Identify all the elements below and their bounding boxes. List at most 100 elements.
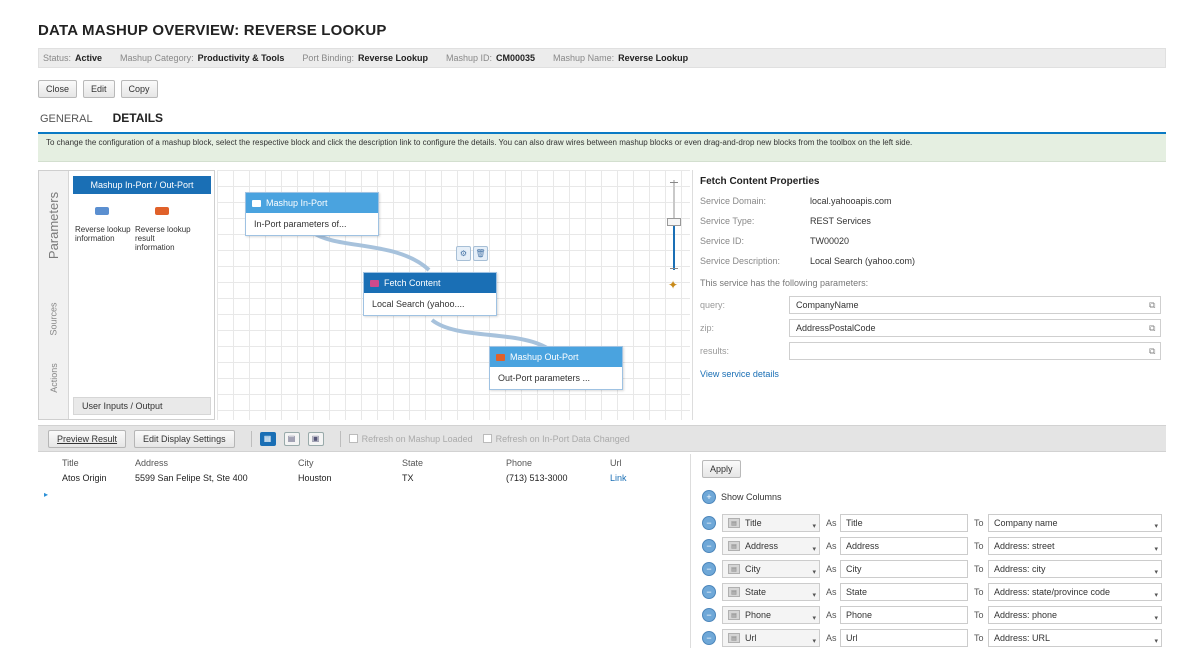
wire-fetch-to-out[interactable] (430, 318, 549, 350)
target-field-value: Address: city (994, 564, 1046, 574)
property-row: Service ID: TW00020 (700, 236, 849, 246)
view-service-details-link[interactable]: View service details (700, 369, 779, 379)
mashup-page: DATA MASHUP OVERVIEW: REVERSE LOOKUP Sta… (0, 0, 1181, 648)
as-input[interactable]: State (840, 583, 968, 601)
vtab-sources[interactable]: Sources (39, 289, 69, 349)
remove-mapping-icon[interactable]: − (702, 608, 716, 622)
query-input[interactable]: CompanyName (789, 296, 1161, 314)
apply-button[interactable]: Apply (702, 460, 741, 478)
dropdown-arrow-icon: ▾ (812, 523, 816, 530)
toolbox-item-in-port[interactable]: Reverse lookup information (75, 207, 131, 243)
out-port-node[interactable]: Mashup Out-Port Out-Port parameters ... (489, 346, 623, 390)
source-field-select[interactable]: ▤ Title ▾ (722, 514, 820, 532)
field-type-icon: ▤ (728, 633, 740, 643)
to-label: To (974, 518, 984, 528)
remove-mapping-icon[interactable]: − (702, 539, 716, 553)
configure-icon[interactable]: ⚙ (456, 246, 471, 261)
target-field-select[interactable]: Address: phone ▾ (988, 606, 1162, 624)
zip-value-help-icon[interactable]: ⧉ (1149, 323, 1155, 334)
target-field-select[interactable]: Company name ▾ (988, 514, 1162, 532)
zoom-slider-thumb[interactable] (667, 218, 681, 226)
target-field-select[interactable]: Address: street ▾ (988, 537, 1162, 555)
target-field-select[interactable]: Address: URL ▾ (988, 629, 1162, 647)
toolbox-item-out-port[interactable]: Reverse lookup result information (135, 207, 191, 252)
column-header-title[interactable]: Title (62, 458, 79, 468)
tab-general[interactable]: GENERAL (40, 113, 93, 125)
column-header-address[interactable]: Address (135, 458, 168, 468)
close-button[interactable]: Close (38, 80, 78, 98)
vtab-sources-label: Sources (49, 302, 59, 336)
target-field-select[interactable]: Address: city ▾ (988, 560, 1162, 578)
remove-mapping-icon[interactable]: − (702, 562, 716, 576)
zoom-slider-fill (673, 225, 675, 270)
remove-mapping-icon[interactable]: − (702, 516, 716, 530)
source-field-select[interactable]: ▤ Phone ▾ (722, 606, 820, 624)
fetch-content-node[interactable]: Fetch Content Local Search (yahoo.... (363, 272, 497, 316)
in-port-node-title: Mashup In-Port (266, 198, 328, 208)
column-header-state[interactable]: State (402, 458, 423, 468)
toolbox-item-in-port-label: Reverse lookup information (75, 225, 131, 243)
property-row: Service Description: Local Search (yahoo… (700, 256, 915, 266)
toolbox-footer[interactable]: User Inputs / Output (73, 397, 211, 415)
source-field-select[interactable]: ▤ City ▾ (722, 560, 820, 578)
refresh-on-changed-checkbox[interactable]: Refresh on In-Port Data Changed (482, 433, 630, 444)
edit-display-settings-button[interactable]: Edit Display Settings (134, 429, 235, 448)
toolbox-panel: Parameters Sources Actions Mashup In-Por… (38, 170, 215, 420)
source-field-select[interactable]: ▤ Address ▾ (722, 537, 820, 555)
remove-mapping-icon[interactable]: − (702, 585, 716, 599)
refresh-on-changed-label: Refresh on In-Port Data Changed (495, 433, 630, 444)
property-value: Local Search (yahoo.com) (810, 256, 916, 266)
tab-bar: GENERAL DETAILS (40, 111, 163, 125)
target-field-select[interactable]: Address: state/province code ▾ (988, 583, 1162, 601)
copy-button[interactable]: Copy (120, 80, 158, 98)
in-port-node[interactable]: Mashup In-Port In-Port parameters of... (245, 192, 379, 236)
mashup-canvas[interactable]: Mashup In-Port In-Port parameters of... … (217, 170, 690, 420)
pan-icon[interactable]: ✦ (668, 278, 678, 292)
table-row[interactable]: Atos Origin 5599 San Felipe St, Ste 400 … (38, 473, 690, 487)
column-header-city[interactable]: City (298, 458, 314, 468)
fetch-content-node-body[interactable]: Local Search (yahoo.... (364, 293, 496, 315)
edit-button[interactable]: Edit (83, 80, 115, 98)
vtab-parameters[interactable]: Parameters (39, 175, 69, 275)
toolbox-vertical-tabs: Parameters Sources Actions (39, 171, 69, 419)
as-input[interactable]: City (840, 560, 968, 578)
preview-result-button[interactable]: Preview Result (48, 429, 127, 448)
dropdown-arrow-icon: ▾ (812, 546, 816, 553)
in-port-node-body[interactable]: In-Port parameters of... (246, 213, 378, 235)
source-field-select[interactable]: ▤ Url ▾ (722, 629, 820, 647)
wire-in-to-fetch[interactable] (310, 230, 431, 272)
property-value: TW00020 (810, 236, 850, 246)
results-value-help-icon[interactable]: ⧉ (1149, 346, 1155, 357)
results-input[interactable] (789, 342, 1161, 360)
mapping-row: − ▤ City ▾ As City To Address: city ▾ (702, 560, 1162, 578)
export-view-icon[interactable]: ▣ (307, 431, 324, 446)
target-field-value: Company name (994, 518, 1058, 528)
cell-address: 5599 San Felipe St, Ste 400 (135, 473, 248, 483)
table-view-icon[interactable]: ▦ (259, 431, 276, 446)
row-selection-indicator-icon[interactable]: ▸ (44, 490, 48, 499)
remove-mapping-icon[interactable]: − (702, 631, 716, 645)
column-header-phone[interactable]: Phone (506, 458, 532, 468)
document-view-icon[interactable]: ▤ (283, 431, 300, 446)
column-header-url[interactable]: Url (610, 458, 622, 468)
source-field-select[interactable]: ▤ State ▾ (722, 583, 820, 601)
out-port-node-body[interactable]: Out-Port parameters ... (490, 367, 622, 389)
zip-input[interactable]: AddressPostalCode (789, 319, 1161, 337)
cell-url-link[interactable]: Link (610, 473, 627, 483)
tab-details[interactable]: DETAILS (113, 111, 163, 125)
info-message: To change the configuration of a mashup … (38, 134, 1166, 162)
field-type-icon: ▤ (728, 610, 740, 620)
vtab-actions-label: Actions (48, 363, 59, 393)
delete-icon[interactable]: 🗑 (473, 246, 488, 261)
as-input[interactable]: Phone (840, 606, 968, 624)
as-input[interactable]: Title (840, 514, 968, 532)
to-label: To (974, 541, 984, 551)
as-input[interactable]: Url (840, 629, 968, 647)
as-input[interactable]: Address (840, 537, 968, 555)
toolbox-title: Mashup In-Port / Out-Port (73, 176, 211, 194)
vtab-actions[interactable]: Actions (39, 353, 69, 403)
query-value-help-icon[interactable]: ⧉ (1149, 300, 1155, 311)
expand-icon: + (702, 490, 716, 504)
show-columns-toggle[interactable]: + Show Columns (702, 490, 782, 504)
refresh-on-loaded-checkbox[interactable]: Refresh on Mashup Loaded (348, 434, 473, 444)
